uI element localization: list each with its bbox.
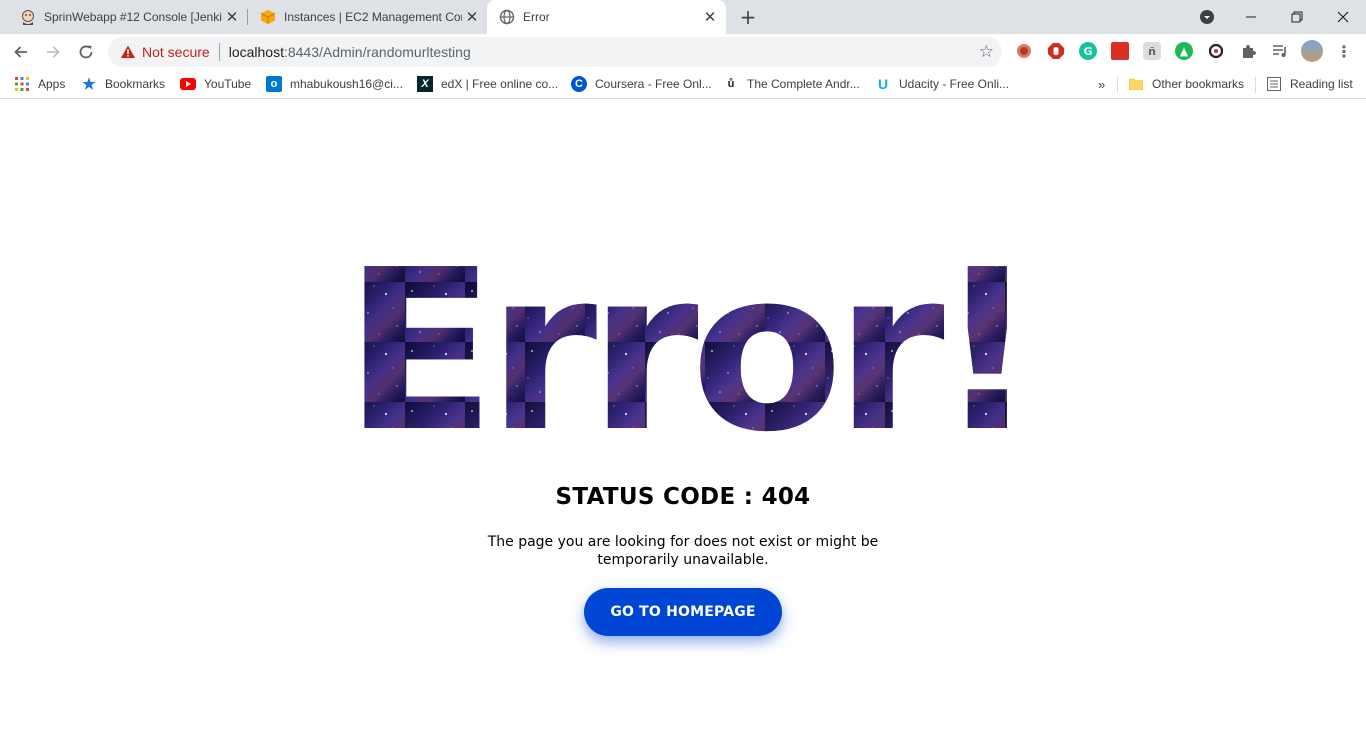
toolbar: Not secure localhost:8443/Admin/randomur… bbox=[0, 34, 1366, 70]
reload-button[interactable] bbox=[72, 38, 100, 66]
tab-title: SprinWebapp #12 Console [Jenkins] bbox=[44, 10, 222, 24]
url-path: :8443/Admin/randomurltesting bbox=[283, 44, 471, 60]
adblock-icon[interactable] bbox=[1047, 42, 1065, 60]
bookmark-label: Other bookmarks bbox=[1152, 77, 1245, 91]
close-icon[interactable]: ✕ bbox=[700, 7, 720, 27]
bookmark-star-icon[interactable]: ☆ bbox=[979, 42, 994, 62]
reload-icon bbox=[79, 45, 93, 59]
coursera-icon: C bbox=[571, 76, 587, 92]
url-host: localhost bbox=[228, 44, 284, 60]
bookmark-udemy[interactable]: ů The Complete Andr... bbox=[723, 75, 860, 93]
divider bbox=[1117, 77, 1118, 93]
bookmarks-overflow-button[interactable]: » bbox=[1098, 75, 1105, 93]
reading-list-icon bbox=[1266, 76, 1282, 92]
address-bar[interactable]: Not secure localhost:8443/Admin/randomur… bbox=[108, 37, 1002, 67]
close-icon[interactable]: ✕ bbox=[222, 7, 242, 27]
star-icon: ★ bbox=[82, 76, 96, 93]
security-label[interactable]: Not secure bbox=[142, 44, 210, 60]
bookmark-apps[interactable]: Apps bbox=[14, 75, 65, 93]
bookmark-label: YouTube bbox=[204, 77, 252, 91]
tab-title: Instances | EC2 Management Console bbox=[284, 10, 462, 24]
aws-box-icon bbox=[260, 9, 276, 25]
divider bbox=[218, 43, 220, 61]
menu-kebab-icon[interactable]: ⋮ bbox=[1335, 42, 1353, 61]
error-headline: Error! Error! bbox=[345, 223, 1030, 452]
puzzle-icon[interactable] bbox=[1239, 42, 1257, 60]
bookmark-outlook[interactable]: o mhabukoush16@ci... bbox=[266, 75, 403, 93]
sync-extension-icon[interactable] bbox=[1207, 42, 1225, 60]
edx-icon: X bbox=[417, 76, 433, 92]
chevron-down-icon bbox=[1200, 10, 1214, 24]
warning-icon[interactable] bbox=[120, 44, 136, 60]
close-icon bbox=[1337, 11, 1349, 23]
divider bbox=[1255, 77, 1256, 93]
tab-search-button[interactable] bbox=[1184, 0, 1230, 34]
bookmark-bookmarks[interactable]: ★ Bookmarks bbox=[81, 75, 165, 93]
minimize-button[interactable] bbox=[1228, 0, 1274, 34]
bookmarks-bar: Apps ★ Bookmarks YouTube o mhabukoush16@… bbox=[0, 70, 1366, 99]
minimize-icon bbox=[1246, 16, 1256, 18]
back-button[interactable] bbox=[7, 38, 35, 66]
red-book-extension-icon[interactable] bbox=[1111, 42, 1129, 60]
bookmark-label: Reading list bbox=[1290, 77, 1353, 91]
error-message: The page you are looking for does not ex… bbox=[487, 534, 879, 568]
globe-icon bbox=[499, 9, 515, 25]
bookmark-label: Bookmarks bbox=[105, 77, 166, 91]
go-to-homepage-button[interactable]: GO TO HOMEPAGE bbox=[584, 588, 782, 636]
gray-extension-icon[interactable]: ñ bbox=[1143, 42, 1161, 60]
avatar[interactable] bbox=[1301, 40, 1323, 62]
restore-button[interactable] bbox=[1274, 0, 1320, 34]
media-queue-icon[interactable] bbox=[1271, 42, 1289, 60]
bookmark-edx[interactable]: X edX | Free online co... bbox=[417, 75, 558, 93]
bookmark-label: The Complete Andr... bbox=[747, 77, 860, 91]
headline-stars: Error! bbox=[345, 223, 1030, 452]
reading-list-button[interactable]: Reading list bbox=[1266, 75, 1353, 93]
restore-icon bbox=[1291, 11, 1303, 23]
bookmark-label: Apps bbox=[38, 77, 66, 91]
jenkins-icon bbox=[20, 9, 36, 25]
forward-button[interactable] bbox=[39, 38, 67, 66]
back-arrow-icon bbox=[14, 46, 27, 58]
bookmark-label: mhabukoush16@ci... bbox=[290, 77, 403, 91]
green-triangle-extension-icon[interactable]: ▲ bbox=[1175, 42, 1193, 60]
tab-title: Error bbox=[523, 10, 550, 24]
bookmark-label: edX | Free online co... bbox=[441, 77, 559, 91]
status-code: STATUS CODE : 404 bbox=[555, 484, 811, 510]
youtube-icon bbox=[180, 76, 196, 92]
tab-jenkins[interactable]: SprinWebapp #12 Console [Jenkins] ✕ bbox=[8, 0, 248, 34]
folder-icon bbox=[1128, 76, 1144, 92]
grammarly-icon[interactable]: G bbox=[1079, 42, 1097, 60]
other-bookmarks-folder[interactable]: Other bookmarks bbox=[1128, 75, 1244, 93]
bookmark-youtube[interactable]: YouTube bbox=[180, 75, 251, 93]
tab-ec2[interactable]: Instances | EC2 Management Console ✕ bbox=[248, 0, 488, 34]
close-icon[interactable]: ✕ bbox=[462, 7, 482, 27]
apps-grid-icon bbox=[14, 76, 30, 92]
bookmark-label: Coursera - Free Onl... bbox=[595, 77, 712, 91]
close-window-button[interactable] bbox=[1320, 0, 1366, 34]
extension-red-circle-icon[interactable] bbox=[1015, 42, 1033, 60]
bookmark-coursera[interactable]: C Coursera - Free Onl... bbox=[571, 75, 712, 93]
new-tab-button[interactable]: + bbox=[736, 5, 760, 29]
udemy-icon: ů bbox=[727, 78, 735, 90]
bookmark-label: Udacity - Free Onli... bbox=[899, 77, 1010, 91]
forward-arrow-icon bbox=[47, 46, 60, 58]
udacity-icon: U bbox=[877, 76, 889, 92]
outlook-icon: o bbox=[266, 76, 282, 92]
tab-error[interactable]: Error ✕ bbox=[487, 0, 726, 34]
tab-strip: SprinWebapp #12 Console [Jenkins] ✕ Inst… bbox=[0, 0, 1366, 34]
bookmark-udacity[interactable]: U Udacity - Free Onli... bbox=[875, 75, 1009, 93]
